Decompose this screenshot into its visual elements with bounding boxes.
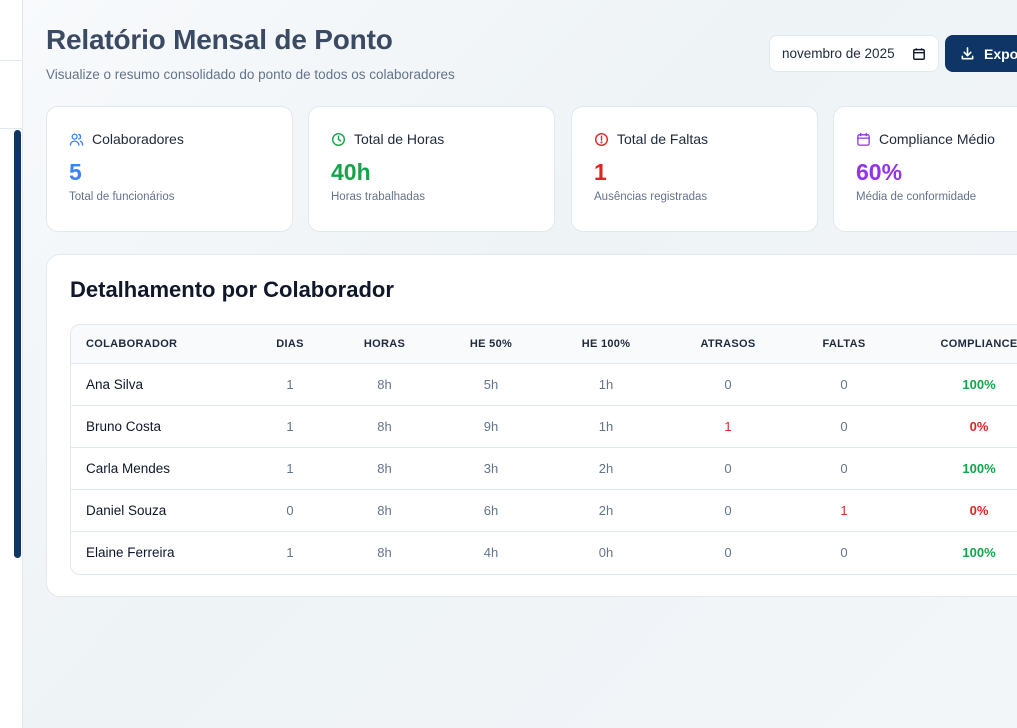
clock-icon — [331, 132, 346, 146]
calendar-icon — [857, 132, 870, 146]
cell-compliance: 100% — [962, 544, 996, 560]
detail-title: Detalhamento por Colaborador — [70, 277, 394, 302]
table-row: Ana Silva 1 8h 5h 1h 0 0 100% — [71, 363, 1017, 405]
cell-atrasos: 1 — [724, 418, 732, 434]
cell-name: Carla Mendes — [86, 460, 171, 476]
column-header-colaborador: COLABORADOR — [86, 337, 178, 350]
page-title: Relatório Mensal de Ponto — [46, 24, 393, 55]
cell-he100: 1h — [598, 376, 614, 392]
cell-compliance: 100% — [962, 376, 996, 392]
column-header-atrasos: ATRASOS — [700, 337, 756, 350]
cell-faltas: 0 — [840, 544, 848, 560]
cell-name: Elaine Ferreira — [86, 544, 175, 560]
month-picker-input[interactable]: novembro de 2025 — [769, 35, 939, 72]
cell-he50: 9h — [483, 418, 499, 434]
export-button[interactable]: Expor — [945, 35, 1017, 72]
cell-he100: 2h — [598, 502, 614, 518]
cell-compliance: 0% — [969, 418, 989, 434]
sidebar-scrollbar[interactable] — [14, 130, 21, 558]
stat-value: 1 — [594, 159, 607, 185]
cell-compliance: 100% — [962, 460, 996, 476]
cell-dias: 1 — [286, 418, 294, 434]
cell-he100: 0h — [598, 544, 614, 560]
table-row: Bruno Costa 1 8h 9h 1h 1 0 0% — [71, 405, 1017, 447]
users-icon — [69, 133, 84, 146]
stat-card-total-faltas: Total de Faltas 1 Ausências registradas — [571, 106, 818, 232]
stat-label: Total de Horas — [354, 131, 445, 147]
cell-he50: 4h — [483, 544, 499, 560]
stat-value: 5 — [69, 159, 82, 185]
stat-label: Compliance Médio — [879, 131, 995, 147]
column-header-dias: DIAS — [276, 337, 304, 350]
detail-panel: Detalhamento por Colaborador COLABORADOR… — [46, 254, 1017, 597]
column-header-he50: HE 50% — [469, 337, 513, 350]
table-header-row: COLABORADOR DIAS HORAS HE 50% HE 100% AT… — [71, 325, 1017, 363]
column-header-he100: HE 100% — [581, 337, 631, 350]
column-header-compliance: COMPLIANCE — [940, 337, 1017, 350]
cell-horas: 8h — [377, 418, 392, 434]
cell-horas: 8h — [377, 502, 392, 518]
download-icon — [961, 47, 974, 60]
stat-card-colaboradores: Colaboradores 5 Total de funcionários — [46, 106, 293, 232]
cell-dias: 1 — [286, 376, 294, 392]
stat-value: 40h — [331, 159, 371, 185]
cell-he50: 3h — [483, 460, 499, 476]
cell-he100: 1h — [598, 418, 614, 434]
column-header-faltas: FALTAS — [822, 337, 866, 350]
cell-he50: 5h — [483, 376, 499, 392]
sidebar — [0, 0, 23, 728]
stat-label: Colaboradores — [92, 131, 184, 147]
sidebar-divider — [0, 60, 22, 61]
cell-horas: 8h — [377, 376, 392, 392]
cell-atrasos: 0 — [724, 502, 732, 518]
cell-name: Daniel Souza — [86, 502, 167, 518]
alert-circle-icon — [594, 132, 609, 146]
stat-card-compliance-medio: Compliance Médio 60% Média de conformida… — [833, 106, 1017, 232]
cell-horas: 8h — [377, 544, 392, 560]
cell-he100: 2h — [598, 460, 614, 476]
cell-horas: 8h — [377, 460, 392, 476]
stat-card-total-horas: Total de Horas 40h Horas trabalhadas — [308, 106, 555, 232]
cell-atrasos: 0 — [724, 460, 732, 476]
month-picker-value: novembro de 2025 — [782, 46, 895, 61]
cell-faltas: 0 — [840, 376, 848, 392]
table-row: Carla Mendes 1 8h 3h 2h 0 0 100% — [71, 447, 1017, 489]
cell-he50: 6h — [483, 502, 499, 518]
cell-dias: 1 — [286, 544, 294, 560]
cell-atrasos: 0 — [724, 544, 732, 560]
sidebar-divider — [0, 128, 22, 129]
cell-faltas: 0 — [840, 460, 848, 476]
export-button-label: Expor — [984, 45, 1017, 62]
detail-table: COLABORADOR DIAS HORAS HE 50% HE 100% AT… — [70, 324, 1017, 575]
cell-compliance: 0% — [969, 502, 989, 518]
stat-caption: Horas trabalhadas — [331, 191, 425, 203]
stat-value: 60% — [856, 159, 903, 185]
stat-caption: Total de funcionários — [69, 191, 175, 203]
calendar-icon[interactable] — [912, 47, 926, 61]
cell-name: Ana Silva — [86, 376, 144, 392]
page-subtitle: Visualize o resumo consolidado do ponto … — [46, 67, 455, 82]
table-row: Elaine Ferreira 1 8h 4h 0h 0 0 100% — [71, 531, 1017, 573]
cell-dias: 0 — [286, 502, 294, 518]
cell-atrasos: 0 — [724, 376, 732, 392]
stat-label: Total de Faltas — [617, 131, 709, 147]
cell-name: Bruno Costa — [86, 418, 162, 434]
cell-dias: 1 — [286, 460, 294, 476]
app: Relatório Mensal de Ponto Visualize o re… — [0, 0, 1017, 728]
stat-caption: Média de conformidade — [856, 191, 977, 203]
table-row: Daniel Souza 0 8h 6h 2h 0 1 0% — [71, 489, 1017, 531]
stat-caption: Ausências registradas — [594, 191, 708, 203]
column-header-horas: HORAS — [363, 337, 406, 350]
cell-faltas: 0 — [840, 418, 848, 434]
cell-faltas: 1 — [840, 502, 848, 518]
